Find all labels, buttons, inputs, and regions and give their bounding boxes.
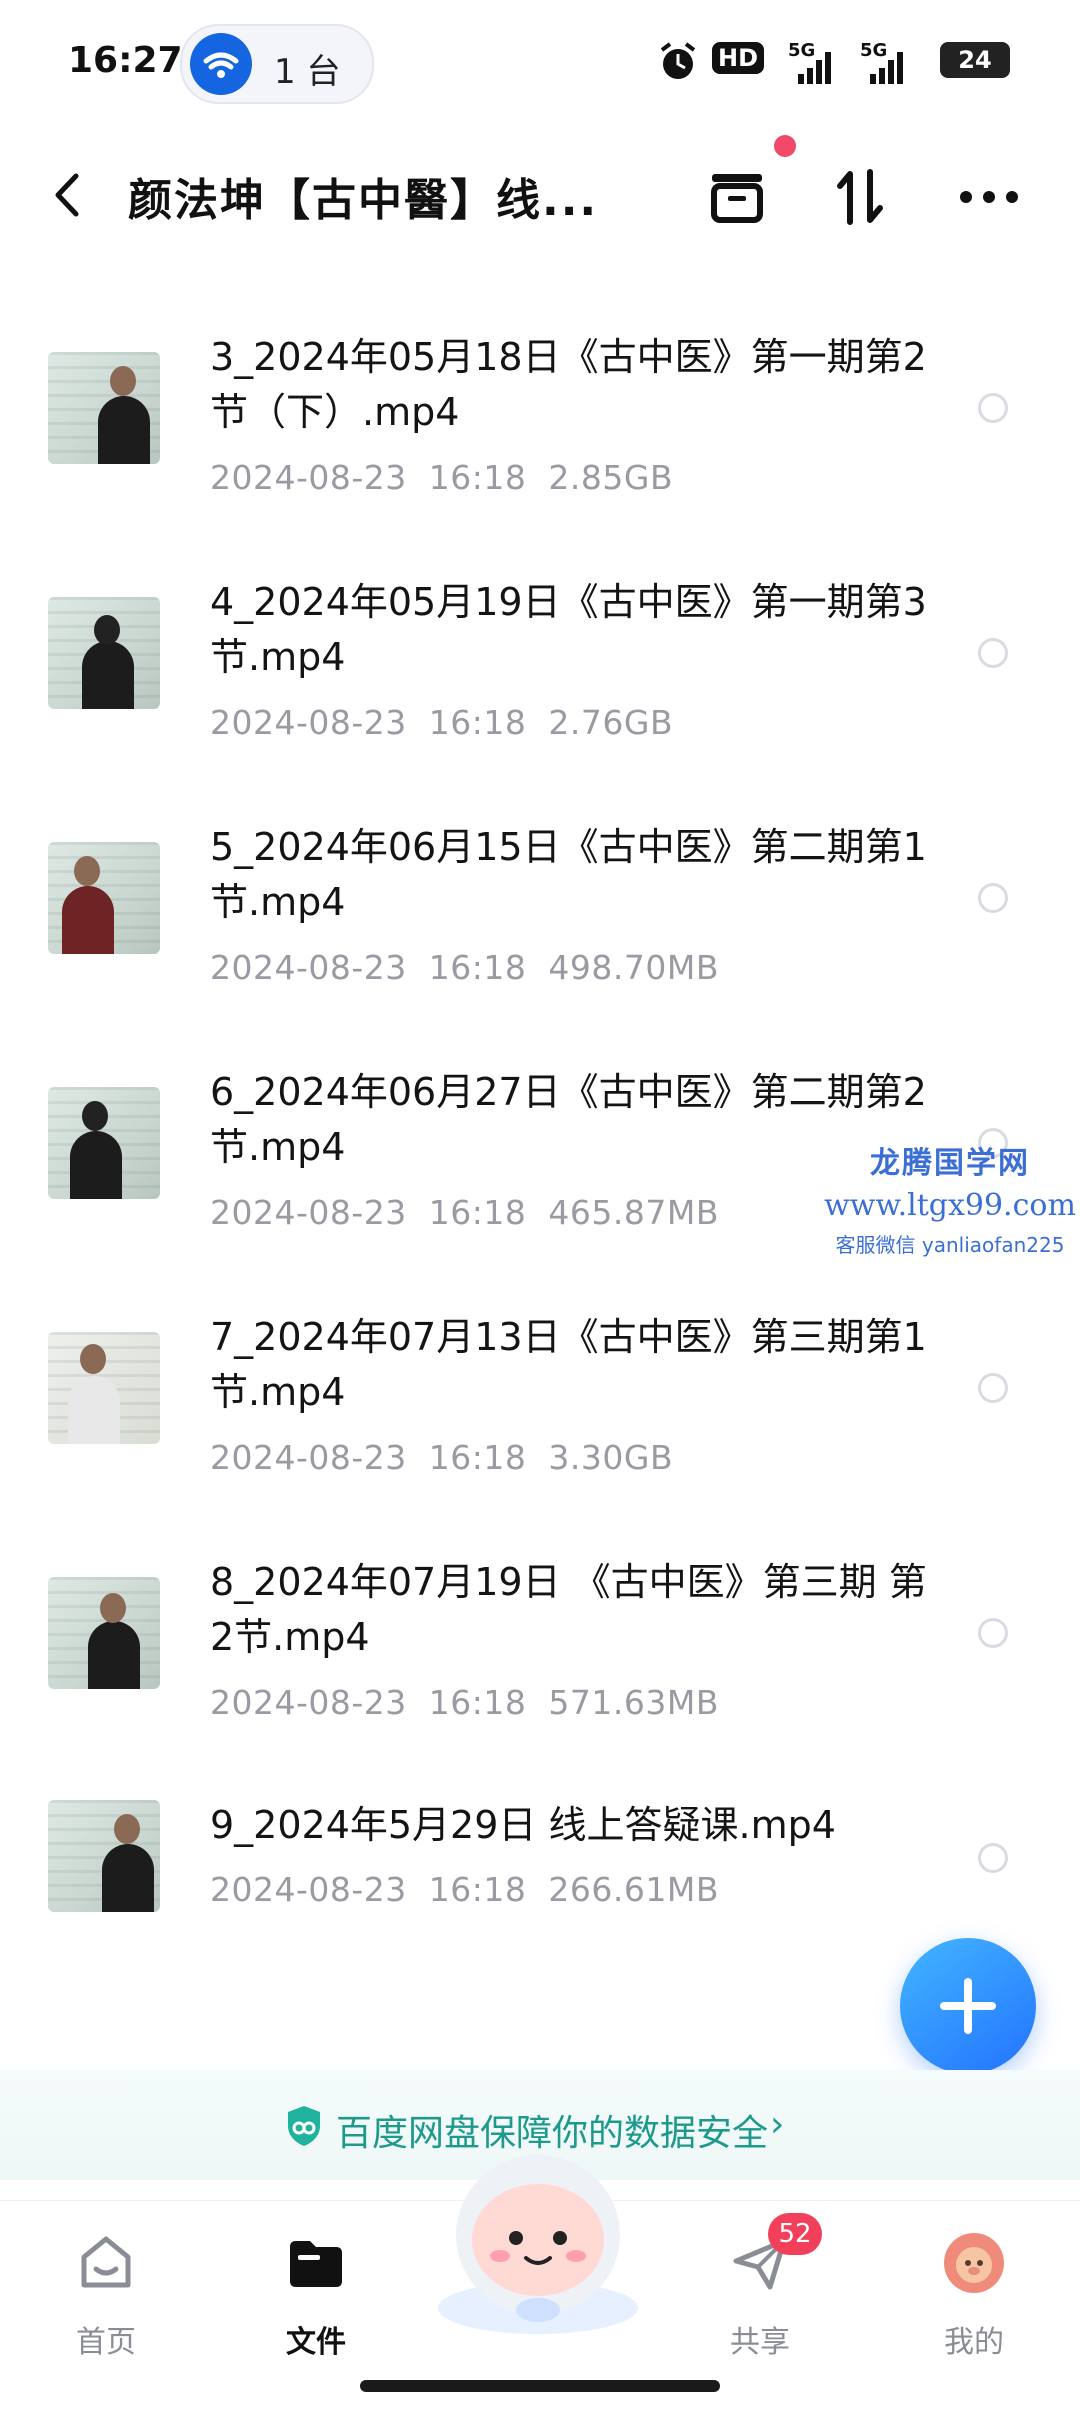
file-date: 2024-08-23	[210, 458, 407, 497]
sort-icon	[837, 169, 883, 225]
video-thumbnail	[48, 352, 160, 464]
file-date: 2024-08-23	[210, 1438, 407, 1477]
home-indicator[interactable]	[360, 2380, 720, 2392]
select-radio[interactable]	[978, 1843, 1008, 1873]
file-date: 2024-08-23	[210, 703, 407, 742]
nav-home-label: 首页	[76, 2325, 136, 2360]
file-size: 266.61MB	[548, 1870, 719, 1909]
video-thumbnail	[48, 842, 160, 954]
file-name: 4_2024年05月19日《古中医》第一期第3节.mp4	[210, 580, 927, 679]
nav-files-label: 文件	[286, 2325, 346, 2360]
file-name: 7_2024年07月13日《古中医》第三期第1节.mp4	[210, 1315, 927, 1414]
folder-icon	[290, 2241, 342, 2287]
file-name: 3_2024年05月18日《古中医》第一期第2节（下）.mp4	[210, 335, 927, 434]
file-size: 2.85GB	[548, 458, 674, 497]
nav-share-label: 共享	[730, 2325, 790, 2360]
wifi-icon	[190, 33, 252, 95]
file-date: 2024-08-23	[210, 1193, 407, 1232]
file-time: 16:18	[428, 458, 527, 497]
battery-icon: 24	[940, 42, 1010, 78]
file-size: 571.63MB	[548, 1683, 719, 1722]
file-date: 2024-08-23	[210, 1870, 407, 1909]
more-icon	[960, 191, 1018, 203]
chevron-right-icon: ›	[770, 2104, 785, 2145]
file-meta: 2024-08-23 16:18 3.30GB	[210, 1438, 695, 1477]
file-meta: 2024-08-23 16:18 465.87MB	[210, 1193, 741, 1232]
signal-1-icon	[796, 50, 832, 93]
watermark-site-name: 龙腾国学网	[870, 1146, 1030, 1181]
video-thumbnail	[48, 1577, 160, 1689]
file-time: 16:18	[428, 1683, 527, 1722]
nav-home[interactable]: 首页	[36, 2221, 176, 2371]
nav-share[interactable]: 52 共享	[690, 2213, 830, 2371]
file-row[interactable]: 4_2024年05月19日《古中医》第一期第3节.mp4 2024-08-23 1…	[0, 575, 1080, 820]
file-row[interactable]: 3_2024年05月18日《古中医》第一期第2节（下）.mp4 2024-08-…	[0, 330, 1080, 575]
video-thumbnail	[48, 597, 160, 709]
file-name: 9_2024年5月29日 线上答疑课.mp4	[210, 1803, 836, 1847]
file-time: 16:18	[428, 1870, 527, 1909]
file-time: 16:18	[428, 1193, 527, 1232]
nav-me-label: 我的	[944, 2325, 1004, 2360]
page-title: 颜法坤【古中醫】线...	[128, 175, 599, 226]
file-size: 3.30GB	[548, 1438, 674, 1477]
select-radio[interactable]	[978, 883, 1008, 913]
watermark-contact: 客服微信 yanliaofan225	[835, 1233, 1065, 1257]
signal-2-icon	[868, 50, 904, 93]
file-meta: 2024-08-23 16:18 2.85GB	[210, 458, 695, 497]
file-name: 5_2024年06月15日《古中医》第二期第1节.mp4	[210, 825, 927, 924]
file-row[interactable]: 8_2024年07月19日 《古中医》第三期 第2节.mp4 2024-08-2…	[0, 1555, 1080, 1800]
watermark: 龙腾国学网 www.ltgx99.com 客服微信 yanliaofan225	[820, 1138, 1080, 1258]
shield-icon	[288, 2106, 320, 2146]
status-bar: 16:27 1 台 HD 5G 5G 24	[0, 0, 1080, 125]
file-name: 8_2024年07月19日 《古中医》第三期 第2节.mp4	[210, 1560, 927, 1659]
archive-icon	[711, 174, 763, 223]
file-date: 2024-08-23	[210, 948, 407, 987]
watermark-url: www.ltgx99.com	[824, 1188, 1076, 1223]
file-date: 2024-08-23	[210, 1683, 407, 1722]
more-options-button[interactable]	[954, 162, 1024, 232]
file-meta: 2024-08-23 16:18 266.61MB	[210, 1870, 741, 1909]
nav-files[interactable]: 文件	[246, 2221, 386, 2371]
nav-me[interactable]: 我的	[904, 2221, 1044, 2371]
file-time: 16:18	[428, 948, 527, 987]
video-thumbnail	[48, 1800, 160, 1912]
file-time: 16:18	[428, 703, 527, 742]
notification-dot	[774, 135, 796, 157]
file-size: 498.70MB	[548, 948, 719, 987]
archive-button[interactable]	[702, 162, 772, 232]
sort-button[interactable]	[826, 162, 896, 232]
home-icon	[81, 2236, 131, 2288]
file-meta: 2024-08-23 16:18 571.63MB	[210, 1683, 741, 1722]
file-meta: 2024-08-23 16:18 2.76GB	[210, 703, 695, 742]
top-app-bar: 颜法坤【古中醫】线...	[0, 140, 1080, 250]
file-meta: 2024-08-23 16:18 498.70MB	[210, 948, 741, 987]
file-row[interactable]: 5_2024年06月15日《古中医》第二期第1节.mp4 2024-08-23 1…	[0, 820, 1080, 1065]
file-size: 2.76GB	[548, 703, 674, 742]
back-arrow-icon[interactable]	[48, 170, 88, 220]
mascot-icon	[438, 2155, 638, 2334]
video-thumbnail	[48, 1332, 160, 1444]
video-thumbnail	[48, 1087, 160, 1199]
status-icons: HD 5G 5G 24	[658, 40, 1028, 84]
connected-devices-pill[interactable]: 1 台	[180, 24, 374, 104]
assistant-mascot-button[interactable]	[428, 2140, 648, 2340]
device-count: 1 台	[274, 52, 341, 92]
clock: 16:27	[68, 40, 183, 81]
hd-icon: HD	[712, 42, 765, 74]
select-radio[interactable]	[978, 1618, 1008, 1648]
file-time: 16:18	[428, 1438, 527, 1477]
share-count-badge: 52	[768, 2213, 822, 2255]
avatar	[944, 2233, 1004, 2293]
alarm-icon	[658, 40, 698, 91]
select-radio[interactable]	[978, 638, 1008, 668]
select-radio[interactable]	[978, 1373, 1008, 1403]
file-row[interactable]: 7_2024年07月13日《古中医》第三期第1节.mp4 2024-08-23 1…	[0, 1310, 1080, 1555]
file-size: 465.87MB	[548, 1193, 719, 1232]
add-button[interactable]	[900, 1938, 1036, 2074]
select-radio[interactable]	[978, 393, 1008, 423]
